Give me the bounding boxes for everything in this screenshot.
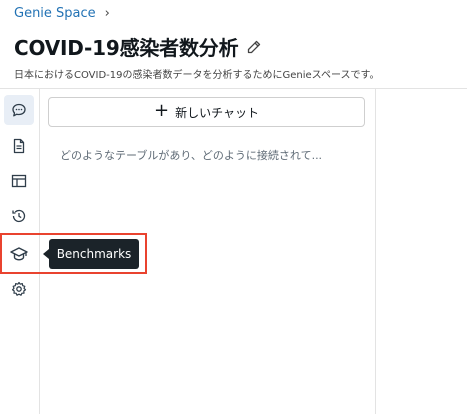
chat-icon [11,102,27,118]
new-chat-label: 新しいチャット [175,105,259,120]
table-icon [11,173,27,189]
breadcrumb: Genie Space › [14,6,110,21]
gear-icon [11,281,27,297]
new-chat-button[interactable]: + 新しいチャット [48,97,365,127]
history-icon [11,208,27,224]
title-row: COVID-19感染者数分析 [14,32,262,61]
breadcrumb-genie-space-link[interactable]: Genie Space [14,6,96,21]
rail-tables-button[interactable] [4,166,34,196]
chevron-right-icon: › [104,6,110,21]
highlight-annotation-box [0,233,147,274]
page-description: 日本におけるCOVID-19の感染者数データを分析するためにGenieスペースで… [14,70,380,81]
pencil-icon[interactable] [246,39,262,55]
chat-history-item[interactable]: どのようなテーブルがあり、どのように接続されて... [60,147,322,163]
document-icon [11,138,27,154]
plus-icon: + [154,100,170,121]
rail-history-button[interactable] [4,201,34,231]
rail-chat-button[interactable] [4,95,34,125]
page-title: COVID-19感染者数分析 [14,36,239,60]
rail-settings-button[interactable] [4,274,34,304]
rail-documents-button[interactable] [4,131,34,161]
